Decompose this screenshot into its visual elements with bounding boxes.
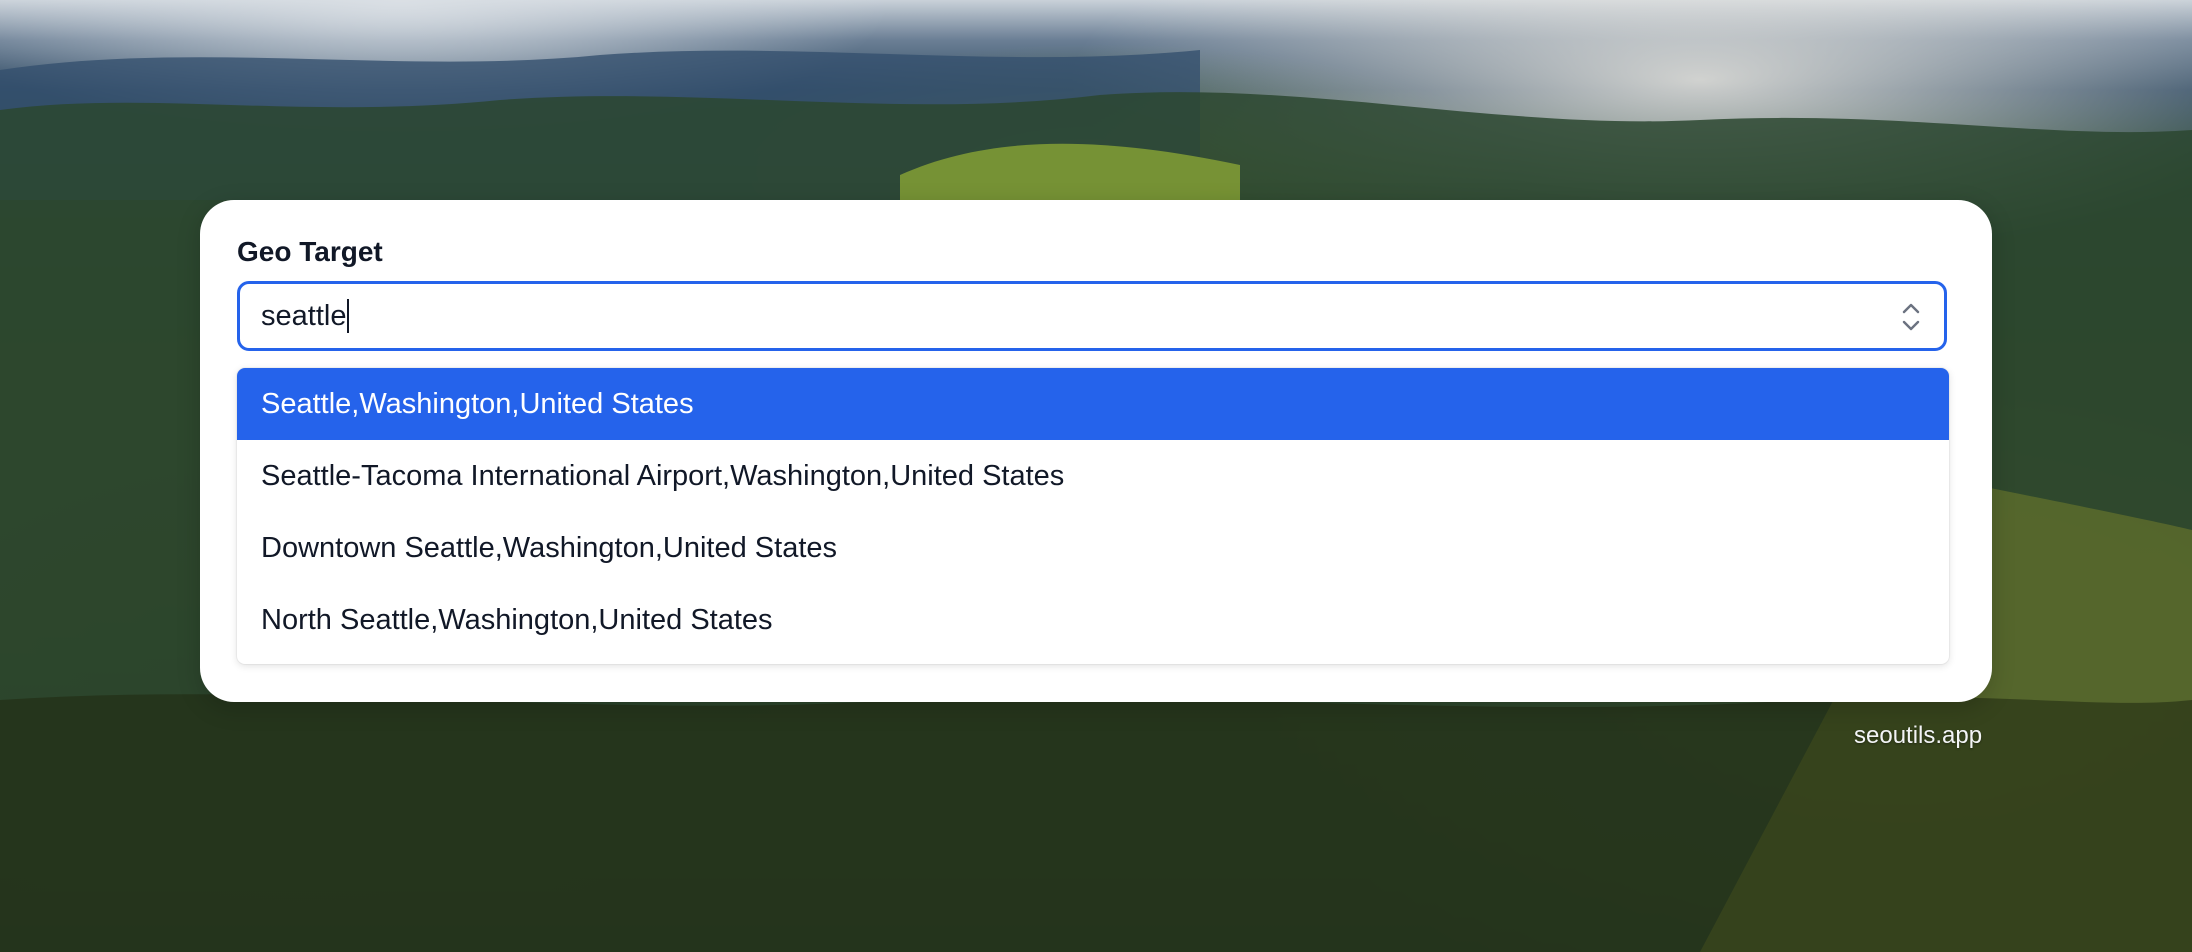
option-label: Downtown Seattle,Washington,United State… bbox=[261, 531, 838, 564]
brand-link[interactable]: seoutils.app bbox=[1854, 722, 1982, 750]
option-seattle-tacoma-airport[interactable]: Seattle-Tacoma International Airport,Was… bbox=[237, 440, 1949, 512]
option-seattle-washington[interactable]: Seattle,Washington,United States bbox=[237, 368, 1949, 440]
geo-target-input-value: seattle bbox=[261, 299, 347, 332]
geo-target-label: Geo Target bbox=[237, 236, 383, 267]
option-label: Seattle,Washington,United States bbox=[261, 387, 694, 420]
geo-target-options-list: Seattle,Washington,United States Seattle… bbox=[237, 368, 1949, 664]
option-north-seattle[interactable]: North Seattle,Washington,United States bbox=[237, 584, 1949, 656]
geo-target-input[interactable]: seattle bbox=[261, 284, 1861, 348]
option-downtown-seattle[interactable]: Downtown Seattle,Washington,United State… bbox=[237, 512, 1949, 584]
chevron-up-down-icon[interactable] bbox=[1900, 300, 1922, 334]
option-label: Seattle-Tacoma International Airport,Was… bbox=[261, 459, 1065, 492]
text-caret bbox=[347, 299, 350, 333]
geo-target-card: Geo Target seattle Seattle,Washington,Un… bbox=[200, 200, 1992, 702]
option-label: North Seattle,Washington,United States bbox=[261, 603, 773, 636]
geo-target-combobox[interactable]: seattle bbox=[237, 281, 1947, 351]
